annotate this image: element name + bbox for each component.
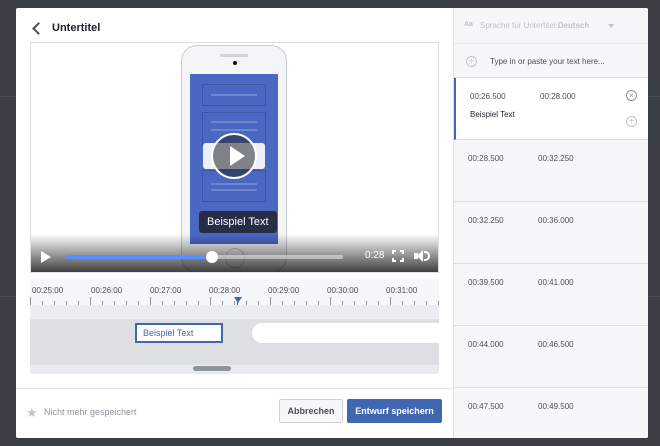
modal-footer: ★ Nicht mehr gespeichert Abbrechen Entwu…: [16, 388, 453, 438]
current-time: 0:28: [365, 250, 385, 261]
timeline-tick-label: 00:30:00: [327, 286, 359, 295]
progress-fill: [65, 255, 213, 259]
progress-bar[interactable]: [65, 251, 343, 263]
language-prefix: Sprache für Untertitel:: [480, 21, 558, 30]
caption-end-time[interactable]: 00:28.000: [540, 92, 576, 101]
caption-start-time[interactable]: 00:39.500: [468, 278, 504, 287]
caption-start-time[interactable]: 00:47.500: [468, 402, 504, 411]
play-icon[interactable]: [211, 133, 257, 179]
caption-start-time[interactable]: 00:26.500: [470, 92, 506, 101]
playhead-marker[interactable]: [234, 297, 242, 303]
phone-camera: [233, 61, 237, 65]
back-chevron-icon[interactable]: [30, 21, 44, 35]
phone-speaker: [220, 54, 248, 57]
timeline-tick: [330, 297, 331, 305]
timeline[interactable]: 00:25:00 00:26:00 00:27:00 00:28:00 00:29:00…: [30, 279, 439, 374]
subtitle-editor-modal: Untertitel Beispiel Text 0:28 00:25:00 0…: [16, 8, 648, 438]
star-icon: ★: [26, 405, 38, 420]
language-label: Sprache für Untertitel:Deutsch: [480, 21, 589, 30]
timeline-tick-label: 00:29:00: [268, 286, 300, 295]
caption-entry[interactable]: 00:32.250 00:36.000: [454, 202, 648, 264]
timeline-tick: [210, 297, 211, 305]
caption-text[interactable]: Beispiel Text: [470, 110, 515, 119]
timeline-tick-label: 00:31:00: [386, 286, 418, 295]
timeline-tick: [90, 297, 91, 305]
timeline-tick: [270, 297, 271, 305]
save-status: Nicht mehr gespeichert: [44, 407, 137, 417]
caption-input-placeholder[interactable]: Type in or paste your text here...: [490, 57, 605, 66]
cancel-button[interactable]: Abbrechen: [279, 399, 343, 423]
caption-track-header: [30, 305, 439, 319]
timeline-scrollbar[interactable]: [193, 366, 231, 371]
page-title: Untertitel: [52, 22, 101, 34]
caption-start-time[interactable]: 00:28.500: [468, 154, 504, 163]
subtitle-sidebar: Aa Sprache für Untertitel:Deutsch + Type…: [453, 8, 648, 438]
editor-panel: Untertitel Beispiel Text 0:28 00:25:00 0…: [16, 8, 453, 438]
caption-entry[interactable]: 00:39.500 00:41.000: [454, 264, 648, 326]
video-preview: Beispiel Text 0:28: [30, 42, 439, 273]
caption-end-time[interactable]: 00:36.000: [538, 216, 574, 225]
progress-thumb[interactable]: [206, 251, 219, 263]
caption-end-time[interactable]: 00:49.500: [538, 402, 574, 411]
caption-segment[interactable]: [252, 323, 439, 343]
fullscreen-icon[interactable]: [392, 250, 404, 262]
timeline-tick-label: 00:26:00: [91, 286, 123, 295]
caption-end-time[interactable]: 00:41.000: [538, 278, 574, 287]
save-draft-button[interactable]: Entwurf speichern: [347, 399, 442, 423]
close-circle-icon[interactable]: ×: [626, 90, 637, 101]
language-icon: Aa: [464, 21, 473, 28]
caption-end-time[interactable]: 00:32.250: [538, 154, 574, 163]
timeline-tick: [390, 297, 391, 305]
timeline-tick-label: 00:28:00: [209, 286, 241, 295]
volume-icon[interactable]: [414, 249, 430, 263]
dropdown-caret-icon[interactable]: [608, 24, 614, 28]
timeline-tick-label: 00:25:00: [32, 286, 64, 295]
timeline-tick: [30, 297, 31, 305]
language-value: Deutsch: [557, 21, 590, 30]
timeline-tick: [150, 297, 151, 305]
timeline-tick-label: 00:27:00: [150, 286, 182, 295]
caption-end-time[interactable]: 00:46.500: [538, 340, 574, 349]
caption-entry[interactable]: 00:26.500 00:28.000 Beispiel Text × +: [454, 78, 648, 140]
caption-segment-active[interactable]: Beispiel Text: [135, 323, 223, 343]
add-circle-icon[interactable]: +: [466, 56, 477, 67]
screen-card: [202, 84, 266, 106]
language-selector[interactable]: Aa Sprache für Untertitel:Deutsch: [454, 8, 648, 44]
caption-start-time[interactable]: 00:44.000: [468, 340, 504, 349]
caption-entry[interactable]: 00:47.500 00:49.500: [454, 388, 648, 438]
caption-entry[interactable]: 00:44.000 00:46.500: [454, 326, 648, 388]
play-icon[interactable]: [41, 251, 51, 263]
caption-entry[interactable]: 00:28.500 00:32.250: [454, 140, 648, 202]
modal-header: Untertitel: [30, 18, 100, 38]
new-caption-input[interactable]: + Type in or paste your text here...: [454, 44, 648, 78]
video-controls: 0:28: [31, 234, 438, 272]
caption-start-time[interactable]: 00:32.250: [468, 216, 504, 225]
caption-overlay: Beispiel Text: [199, 211, 277, 233]
add-circle-icon[interactable]: +: [626, 116, 637, 127]
